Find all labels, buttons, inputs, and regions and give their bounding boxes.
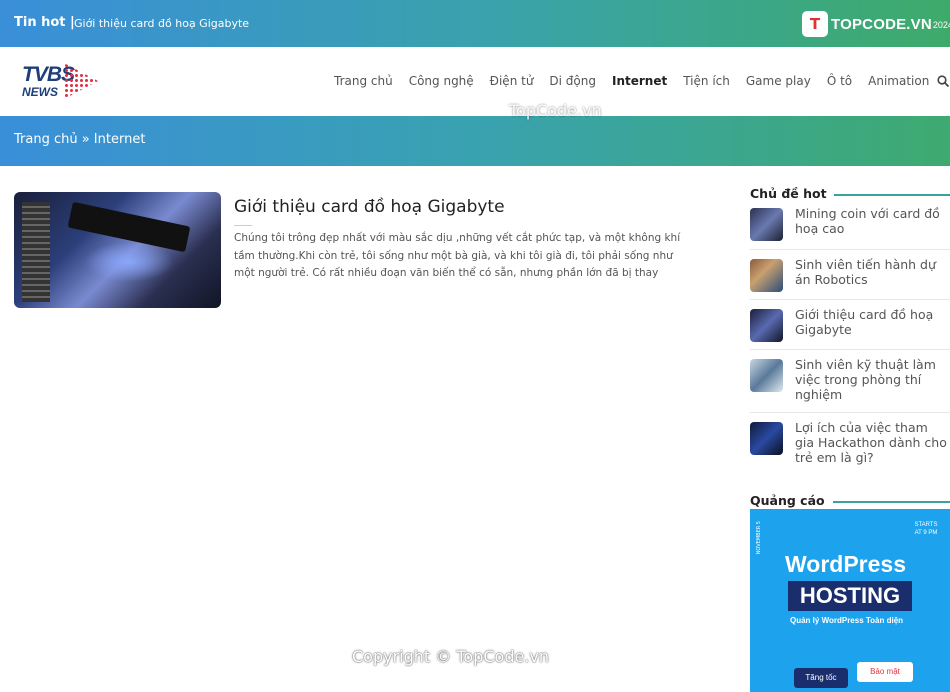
topcode-logo-icon: T <box>802 11 828 37</box>
nav-item-trang-chu[interactable]: Trang chủ <box>334 74 393 88</box>
article-divider <box>234 225 252 226</box>
list-item-title: Sinh viên kỹ thuật làm việc trong phòng … <box>795 357 936 402</box>
divider <box>750 349 950 350</box>
hot-news-link[interactable]: Giới thiệu card đồ hoạ Gigabyte <box>74 17 249 30</box>
search-icon[interactable] <box>937 75 949 87</box>
logo-dots-icon <box>64 63 98 99</box>
hot-label: Tin hot | <box>14 15 75 30</box>
nav-item-o-to[interactable]: Ô tô <box>827 74 852 88</box>
nav-item-internet[interactable]: Internet <box>612 74 667 88</box>
ad-subtitle: Quản lý WordPress Toàn diện <box>790 616 904 625</box>
copyright-watermark: Copyright © TopCode.vn <box>352 647 550 666</box>
top-bar: Tin hot | Giới thiệu card đồ hoạ Gigabyt… <box>0 0 950 47</box>
brand-year: 2024 <box>932 20 950 30</box>
logo-news: NEWS <box>22 85 58 99</box>
nav-item-dien-tu[interactable]: Điện tử <box>490 74 534 88</box>
thumbnail-image <box>750 259 783 292</box>
topcode-brand-logo[interactable]: T TOPCODE.VN 2024 <box>802 10 950 38</box>
divider <box>750 412 950 413</box>
breadcrumb-band: Trang chủ » Internet <box>0 116 950 166</box>
heading-underline <box>834 194 950 196</box>
ad-speed-button[interactable]: Tăng tốc <box>794 668 848 688</box>
article-thumbnail[interactable] <box>14 192 221 308</box>
main-nav: Trang chủ Công nghệ Điện tử Di động Inte… <box>334 74 945 88</box>
ad-corner-text: STARTS AT 9 PM <box>914 522 938 536</box>
nav-item-cong-nghe[interactable]: Công nghệ <box>409 74 474 88</box>
ad-banner[interactable]: NOVEMBER 5 STARTS AT 9 PM WordPress HOST… <box>750 509 950 692</box>
list-item-title: Giới thiệu card đồ hoạ Gigabyte <box>795 307 934 337</box>
thumbnail-image <box>750 422 783 455</box>
nav-item-di-dong[interactable]: Di động <box>549 74 596 88</box>
thumb-detail <box>84 242 174 282</box>
site-header: TVBS NEWS Trang chủ Công nghệ Điện tử Di… <box>0 47 950 116</box>
hot-topics-heading: Chủ đề hot <box>750 186 827 201</box>
divider <box>750 299 950 300</box>
nav-item-game-play[interactable]: Game play <box>746 74 811 88</box>
nav-item-tien-ich[interactable]: Tiện ích <box>683 74 730 88</box>
watermark: TopCode.vn <box>509 101 602 120</box>
thumbnail-image <box>750 309 783 342</box>
divider <box>750 249 950 250</box>
ads-heading: Quảng cáo <box>750 493 825 508</box>
nav-item-animation[interactable]: Animation <box>868 74 929 88</box>
list-item-title: Mining coin với card đồ hoạ cao <box>795 206 940 236</box>
ad-wordpress-text: WordPress <box>785 551 907 577</box>
breadcrumb[interactable]: Trang chủ » Internet <box>14 132 145 147</box>
list-item-title: Lợi ích của việc tham gia Hackathon dành… <box>795 420 947 465</box>
thumbnail-image <box>750 359 783 392</box>
heading-underline <box>833 501 950 503</box>
brand-text: TOPCODE.VN <box>831 15 932 33</box>
thumbnail-image <box>750 208 783 241</box>
list-item-title: Sinh viên tiến hành dự án Robotics <box>795 257 936 287</box>
site-logo[interactable]: TVBS NEWS <box>20 61 100 103</box>
article-excerpt: Chúng tôi trông đẹp nhất với màu sắc dịu… <box>234 232 681 279</box>
ad-vertical-text: NOVEMBER 5 <box>756 521 762 555</box>
thumb-detail <box>22 202 50 302</box>
ad-hosting-text: HOSTING <box>788 581 912 611</box>
ad-security-button[interactable]: Bảo mật <box>857 662 913 682</box>
article-title[interactable]: Giới thiệu card đồ hoạ Gigabyte <box>234 197 505 217</box>
